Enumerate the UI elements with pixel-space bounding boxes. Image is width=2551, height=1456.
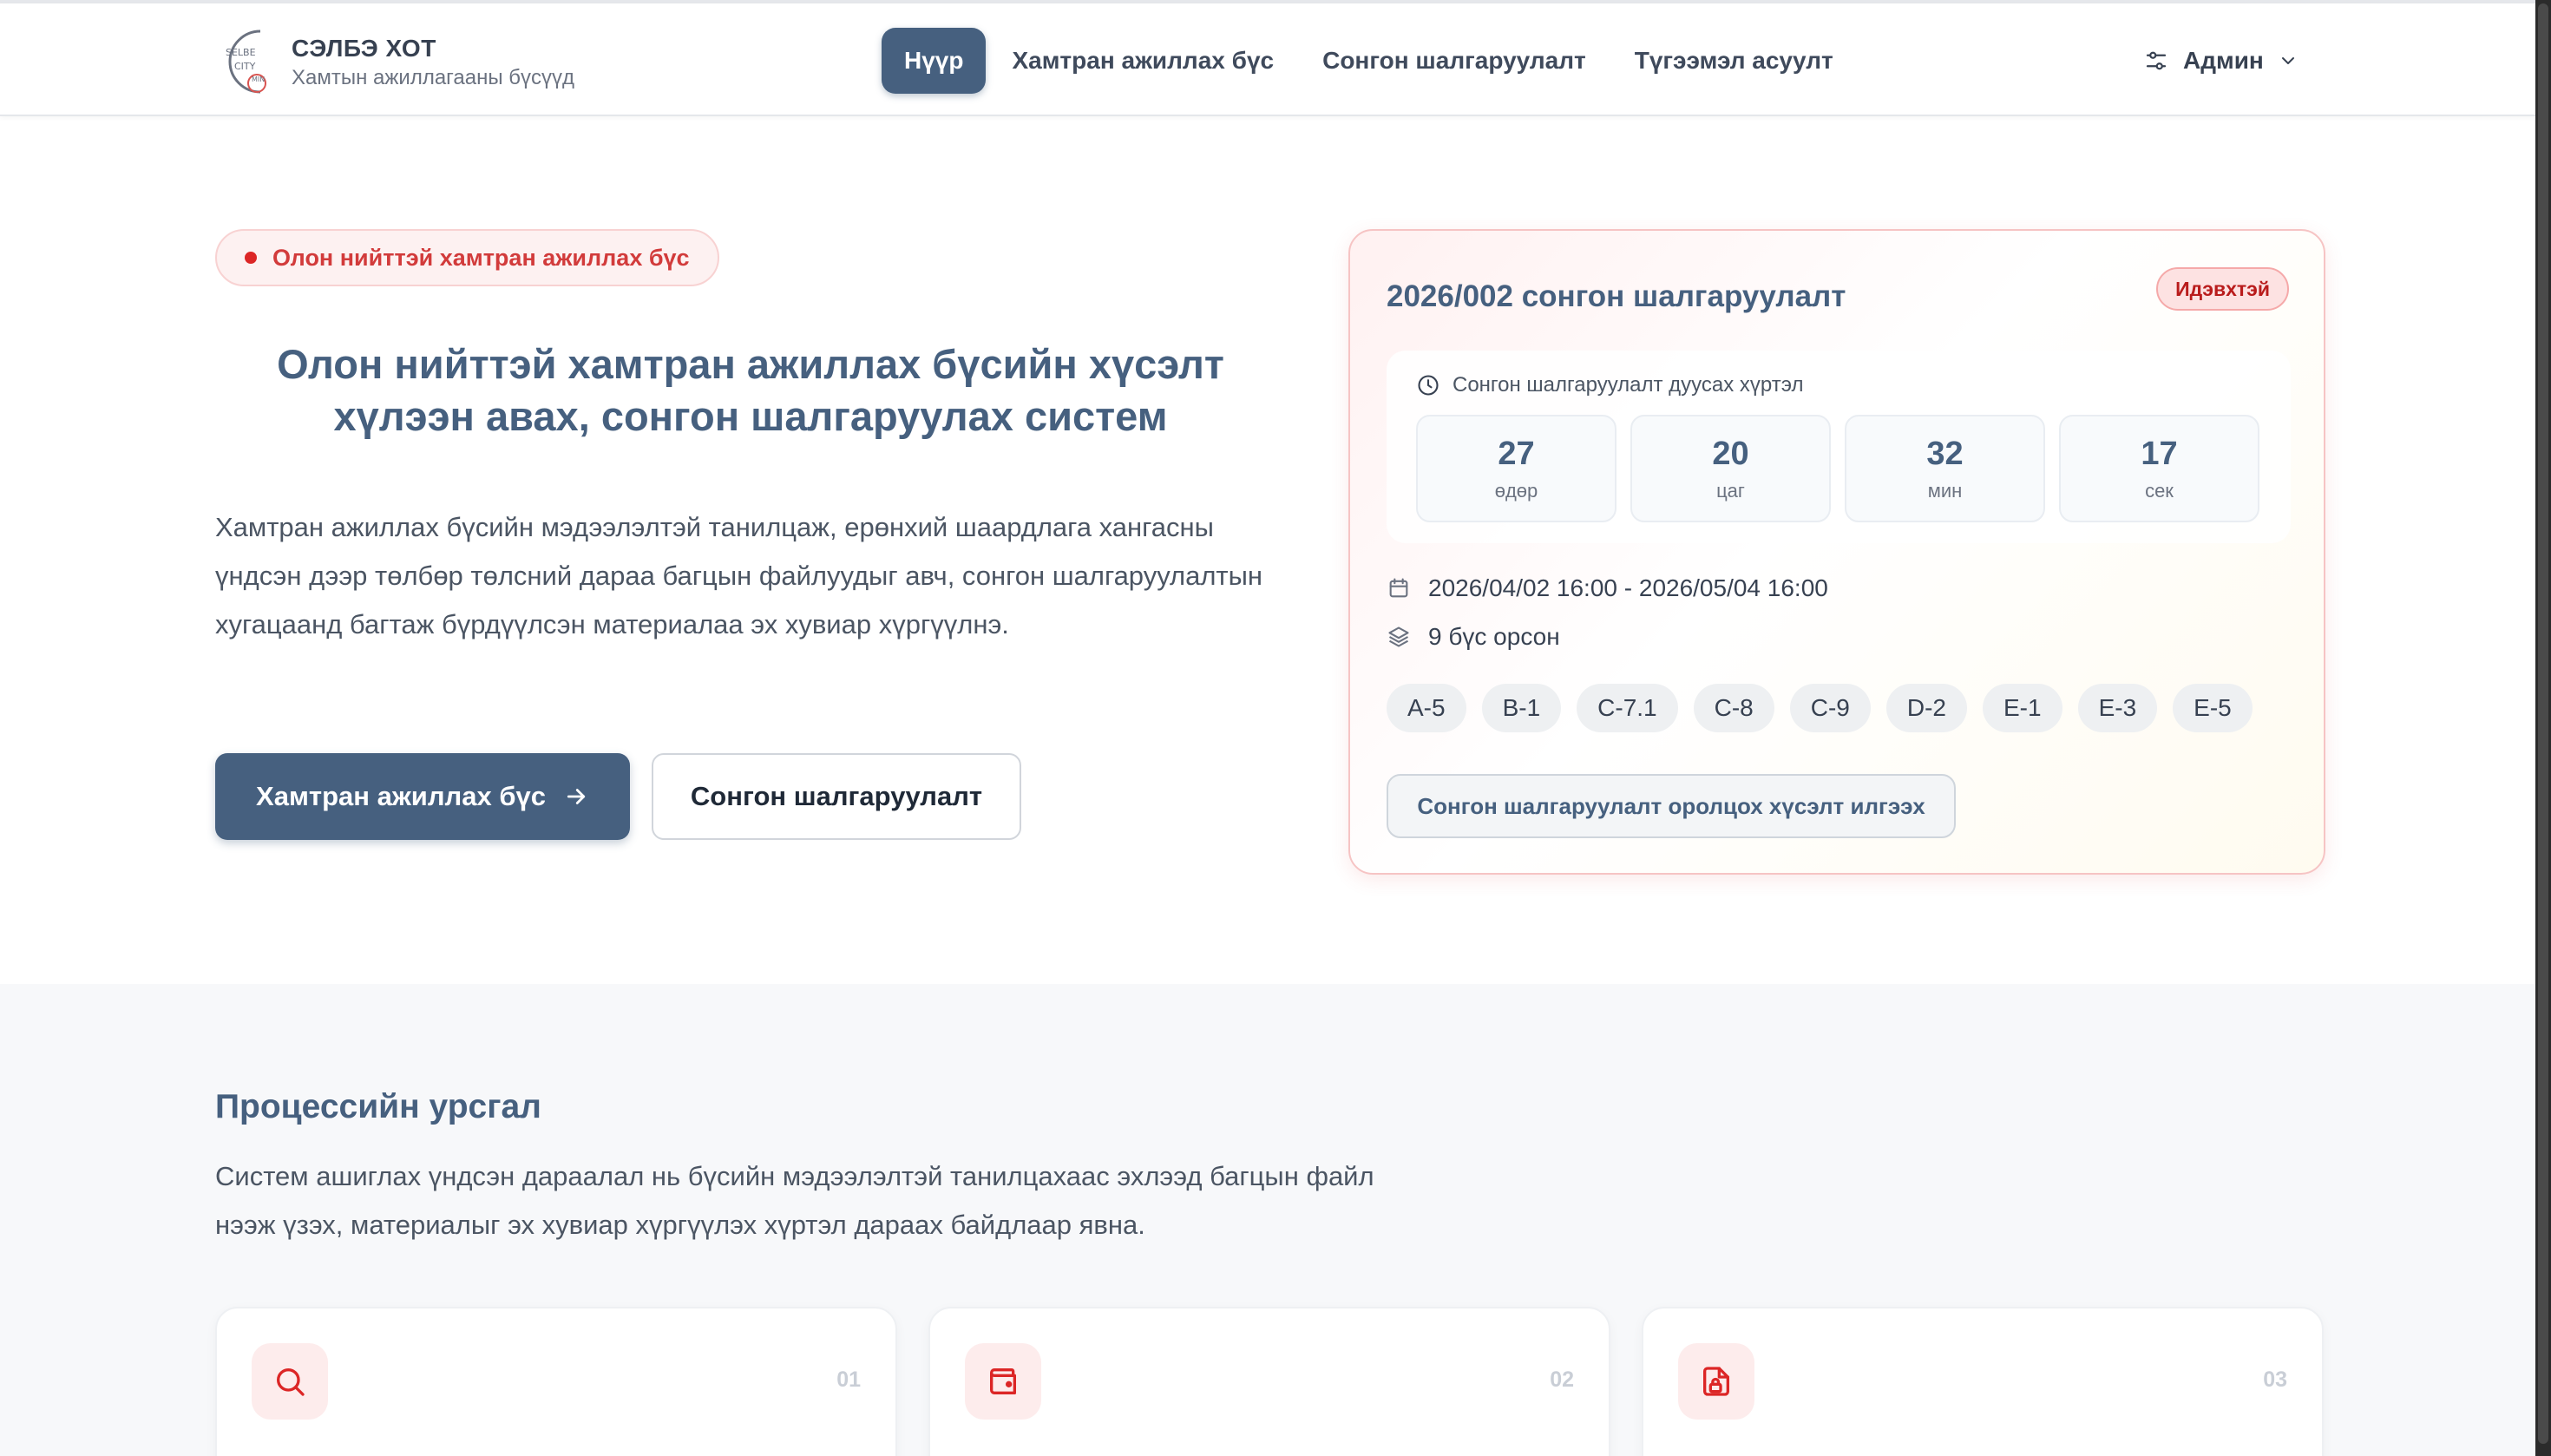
hero-description: Хамтран ажиллах бүсийн мэдээлэлтэй танил… xyxy=(215,512,1263,639)
nav-zones[interactable]: Хамтран ажиллах бүс xyxy=(989,28,1296,94)
zone-tag[interactable]: B-1 xyxy=(1481,684,1562,732)
logo-icon[interactable]: SELBE CITY MIN xyxy=(213,23,279,101)
pill-dot xyxy=(245,252,257,264)
zones-count: 9 бүс орсон xyxy=(1428,623,1560,650)
zones-button-label: Хамтран ажиллах бүс xyxy=(256,781,546,811)
countdown-boxes: 27 өдөр 20 цаг 32 мин 17 сек xyxy=(1416,415,2259,522)
countdown-value: 17 xyxy=(2141,435,2178,472)
step-number: 03 xyxy=(2263,1367,2287,1392)
countdown-unit: өдөр xyxy=(1494,479,1538,502)
process-step-3: 03 xyxy=(1642,1307,2324,1456)
countdown-label: Сонгон шалгаруулалт дуусах хүртэл xyxy=(1453,373,1804,397)
process-step-1: 01 xyxy=(215,1307,897,1456)
arrow-right-icon xyxy=(567,789,586,804)
selection-button[interactable]: Сонгон шалгаруулалт xyxy=(652,753,1021,840)
calendar-icon xyxy=(1389,578,1408,598)
process-step-2: 02 xyxy=(928,1307,1610,1456)
scrollbar-thumb[interactable] xyxy=(2538,3,2548,1444)
step-icon-box xyxy=(252,1343,328,1420)
process-description: Систем ашиглах үндсэн дараалал нь бүсийн… xyxy=(215,1161,1374,1240)
apply-button[interactable]: Сонгон шалгаруулалт оролцох хүсэлт илгээ… xyxy=(1387,774,1956,838)
step-number: 02 xyxy=(1550,1367,1574,1392)
selection-card: 2026/002 сонгон шалгаруулалт Идэвхтэй Со… xyxy=(1348,229,2325,875)
step-icon-box xyxy=(1678,1343,1754,1420)
date-range: 2026/04/02 16:00 - 2026/05/04 16:00 xyxy=(1428,574,1828,601)
sliders-icon xyxy=(2146,51,2167,70)
step-number: 01 xyxy=(836,1367,861,1392)
chevron-down-icon xyxy=(2281,57,2294,64)
user-menu[interactable]: Админ xyxy=(2143,38,2299,83)
zone-tag[interactable]: A-5 xyxy=(1387,684,1466,732)
card-title: 2026/002 сонгон шалгаруулалт xyxy=(1387,279,1846,313)
countdown-label-row: Сонгон шалгаруулалт дуусах хүртэл xyxy=(1416,373,1803,397)
nav-home[interactable]: Нүүр xyxy=(882,28,987,94)
logo-text-bottom: MIN xyxy=(252,75,265,83)
clock-icon xyxy=(1418,375,1439,396)
countdown-days: 27 өдөр xyxy=(1416,415,1617,522)
zone-tag[interactable]: E-5 xyxy=(2173,684,2253,732)
hero-title: Олон нийттэй хамтран ажиллах бүсийн хүсэ… xyxy=(277,341,1224,439)
step-icon-box xyxy=(965,1343,1041,1420)
countdown-unit: сек xyxy=(2145,479,2174,502)
zone-tag[interactable]: D-2 xyxy=(1885,684,1967,732)
countdown-seconds: 17 сек xyxy=(2059,415,2259,522)
countdown-minutes: 32 мин xyxy=(1845,415,2045,522)
scrollbar[interactable] xyxy=(2535,0,2551,1456)
file-lock-icon xyxy=(1703,1367,1729,1396)
countdown-unit: мин xyxy=(1927,479,1963,502)
countdown-hours: 20 цаг xyxy=(1630,415,1831,522)
main-nav: Нүүр Хамтран ажиллах бүс Сонгон шалгаруу… xyxy=(882,28,1856,94)
nav-faq[interactable]: Түгээмэл асуулт xyxy=(1612,28,1856,94)
user-label: Админ xyxy=(2183,47,2264,74)
layers-icon xyxy=(1388,626,1409,647)
countdown-value: 32 xyxy=(1926,435,1964,472)
page: SELBE CITY MIN СЭЛБЭ ХОТ Хамтын ажиллага… xyxy=(0,0,2535,1456)
logo-text-mid: CITY xyxy=(234,61,256,72)
zone-tag[interactable]: C-8 xyxy=(1693,684,1774,732)
countdown-value: 20 xyxy=(1712,435,1749,472)
countdown-unit: цаг xyxy=(1716,479,1745,502)
brand-title[interactable]: СЭЛБЭ ХОТ xyxy=(292,35,436,62)
countdown-panel: Сонгон шалгаруулалт дуусах хүртэл 27 өдө… xyxy=(1387,351,2291,543)
logo-text-top: SELBE xyxy=(226,47,256,58)
zone-tag[interactable]: C-7.1 xyxy=(1577,684,1678,732)
site-header: SELBE CITY MIN СЭЛБЭ ХОТ Хамтын ажиллага… xyxy=(0,3,2535,116)
zone-tags: A-5 B-1 C-7.1 C-8 C-9 D-2 E-1 E-3 E-5 xyxy=(1387,684,2253,732)
process-section: Процессийн урсгал Систем ашиглах үндсэн … xyxy=(0,984,2535,1456)
wallet-icon xyxy=(990,1368,1016,1394)
process-title: Процессийн урсгал xyxy=(215,1088,541,1125)
brand-subtitle: Хамтын ажиллагааны бүсүүд xyxy=(292,66,575,89)
status-badge: Идэвхтэй xyxy=(2156,267,2289,311)
nav-selection[interactable]: Сонгон шалгаруулалт xyxy=(1300,28,1609,94)
zones-button[interactable]: Хамтран ажиллах бүс xyxy=(215,753,630,840)
zone-tag[interactable]: E-1 xyxy=(1983,684,2062,732)
date-range-row: 2026/04/02 16:00 - 2026/05/04 16:00 xyxy=(1387,574,1828,602)
zones-count-row: 9 бүс орсон xyxy=(1387,623,1560,651)
hero-pill: Олон нийттэй хамтран ажиллах бүс xyxy=(215,229,719,286)
zone-tag[interactable]: E-3 xyxy=(2077,684,2158,732)
zone-tag[interactable]: C-9 xyxy=(1789,684,1871,732)
pill-label: Олон нийттэй хамтран ажиллах бүс xyxy=(272,244,690,271)
countdown-value: 27 xyxy=(1498,435,1535,472)
search-icon xyxy=(277,1368,305,1396)
